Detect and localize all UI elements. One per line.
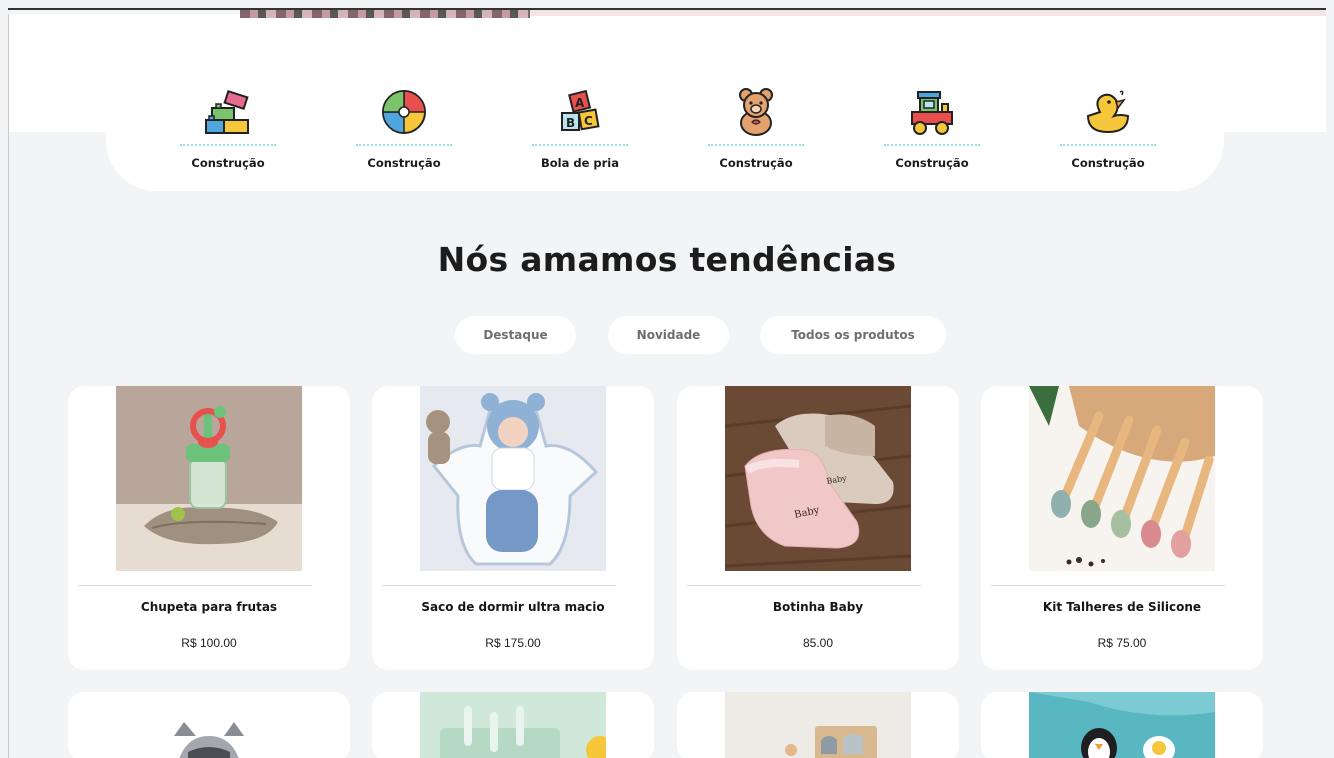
- category-label: Construção: [895, 156, 969, 170]
- category-divider: [180, 144, 276, 146]
- rubber-duck-icon: [1086, 90, 1130, 134]
- product-card-partial[interactable]: [981, 692, 1263, 758]
- product-price: R$ 175.00: [485, 636, 541, 650]
- tab-destaque[interactable]: Destaque: [455, 316, 576, 354]
- product-image-penguin-toy[interactable]: [1029, 692, 1215, 758]
- product-card-saco-de-dormir[interactable]: Saco de dormir ultra macio R$ 175.00: [372, 386, 654, 670]
- product-card-chupeta[interactable]: Chupeta para frutas R$ 100.00: [68, 386, 350, 670]
- product-card-partial[interactable]: [68, 692, 350, 758]
- product-image-fruit-pacifier[interactable]: [116, 386, 302, 571]
- category-divider: [708, 144, 804, 146]
- teddy-bear-icon: [739, 88, 773, 136]
- category-card: Construção Construção B C A Bola de pria: [106, 14, 1224, 191]
- product-image-wooden-puzzle[interactable]: [725, 692, 911, 758]
- top-banner-tint: [530, 10, 1326, 16]
- product-card-partial[interactable]: [677, 692, 959, 758]
- product-divider: [991, 585, 1225, 586]
- product-name[interactable]: Saco de dormir ultra macio: [372, 600, 654, 614]
- category-label: Construção: [719, 156, 793, 170]
- product-price: R$ 100.00: [181, 636, 237, 650]
- category-item-building-blocks[interactable]: Construção: [158, 86, 298, 170]
- product-image-raccoon-toy[interactable]: [116, 692, 302, 758]
- left-border: [8, 14, 9, 758]
- category-item-teddy-bear[interactable]: Construção: [686, 86, 826, 170]
- product-image-baby-booties[interactable]: Baby Baby: [725, 386, 911, 571]
- category-item-rubber-duck[interactable]: Construção: [1038, 86, 1178, 170]
- category-divider: [1060, 144, 1156, 146]
- product-price: 85.00: [802, 636, 834, 650]
- svg-text:B: B: [566, 116, 575, 130]
- product-divider: [78, 585, 312, 586]
- category-divider: [356, 144, 452, 146]
- product-name[interactable]: Kit Talheres de Silicone: [981, 600, 1263, 614]
- product-image-silicone-cutlery[interactable]: [1029, 386, 1215, 571]
- product-divider: [687, 585, 921, 586]
- category-divider: [884, 144, 980, 146]
- category-divider: [532, 144, 628, 146]
- svg-text:C: C: [584, 114, 593, 128]
- tab-novidade[interactable]: Novidade: [608, 316, 729, 354]
- category-item-beach-ball[interactable]: Construção: [334, 86, 474, 170]
- product-card-botinha-baby[interactable]: Baby Baby Botinha Baby 85.00: [677, 386, 959, 670]
- category-label: Bola de pria: [540, 156, 619, 170]
- product-divider: [382, 585, 616, 586]
- product-card-partial[interactable]: [372, 692, 654, 758]
- abc-blocks-icon: B C A: [561, 89, 600, 131]
- product-price: R$ 75.00: [1097, 636, 1147, 650]
- product-card-kit-talheres[interactable]: Kit Talheres de Silicone R$ 75.00: [981, 386, 1263, 670]
- toy-train-icon: [911, 91, 953, 135]
- product-name[interactable]: Chupeta para frutas: [68, 600, 350, 614]
- category-item-abc-blocks[interactable]: B C A Bola de pria: [510, 86, 650, 170]
- product-image-sleeping-bag[interactable]: [420, 386, 606, 571]
- category-label: Construção: [367, 156, 441, 170]
- beach-ball-icon: [382, 90, 426, 134]
- top-border: [8, 8, 1326, 10]
- section-title: Nós amamos tendências: [437, 240, 897, 279]
- tab-todos-os-produtos[interactable]: Todos os produtos: [760, 316, 946, 354]
- svg-text:A: A: [575, 96, 585, 110]
- building-blocks-icon: [205, 89, 249, 134]
- category-item-toy-train[interactable]: Construção: [862, 86, 1002, 170]
- product-image-popsicle-mold[interactable]: [420, 692, 606, 758]
- product-name[interactable]: Botinha Baby: [677, 600, 959, 614]
- category-label: Construção: [1071, 156, 1145, 170]
- category-label: Construção: [191, 156, 265, 170]
